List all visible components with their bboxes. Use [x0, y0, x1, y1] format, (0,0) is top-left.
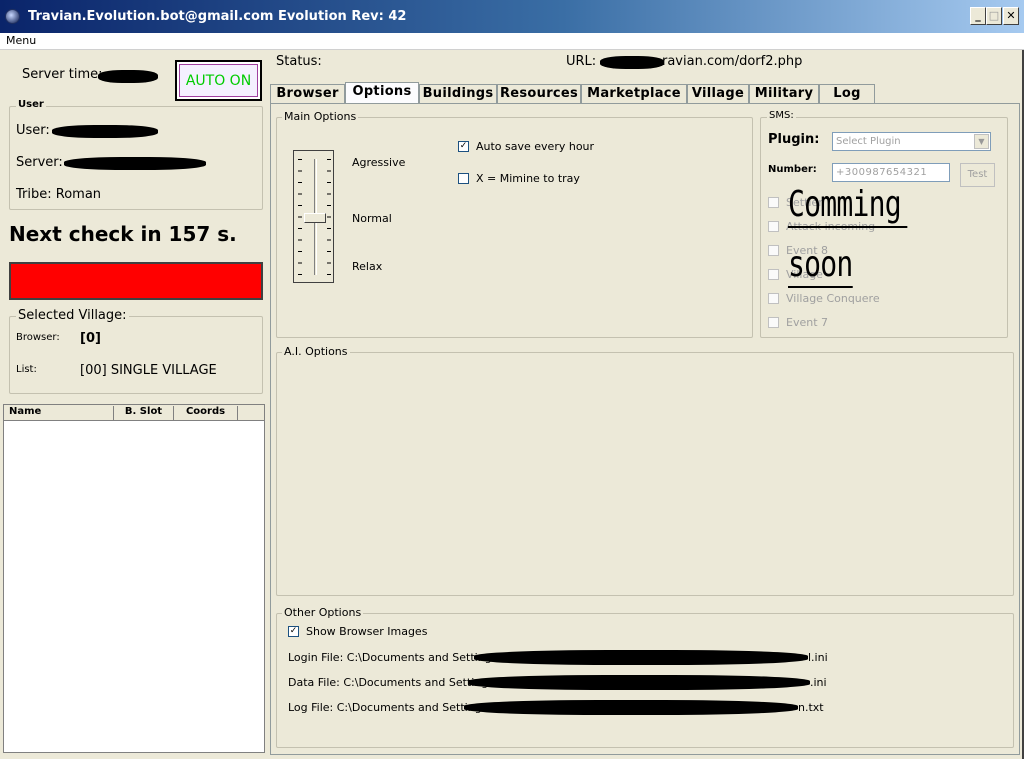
login-file-label: Login File: C:\Documents and Settings\ [288, 651, 502, 664]
village-table[interactable]: Name B. Slot Coords [3, 404, 265, 753]
tab-military[interactable]: Military [749, 84, 819, 104]
server-label: Server: [16, 155, 63, 170]
tab-browser[interactable]: Browser [270, 84, 345, 104]
auto-save-label: Auto save every hour [476, 140, 595, 153]
ai-options-group: A.I. Options [276, 345, 1014, 596]
log-file-redacted [464, 700, 798, 715]
browser-label: Browser: [16, 332, 60, 343]
window-title: Travian.Evolution.bot@gmail.com Evolutio… [28, 9, 407, 24]
main-options-title: Main Options [282, 110, 359, 123]
selected-village-title: Selected Village: [16, 308, 129, 323]
number-input[interactable]: +300987654321 [832, 163, 950, 182]
number-label: Number: [768, 164, 817, 175]
login-file-ext: l.ini [808, 651, 828, 664]
status-label: Status: [276, 54, 322, 69]
list-label: List: [16, 364, 37, 375]
url-value: ravian.com/dorf2.php [662, 54, 803, 69]
check-progress-bar [9, 262, 263, 300]
event-7-checkbox[interactable] [768, 317, 779, 328]
test-button[interactable]: Test [960, 163, 995, 187]
sms-title: SMS: [767, 110, 796, 121]
tab-resources[interactable]: Resources [497, 84, 581, 104]
event-attack-checkbox[interactable] [768, 221, 779, 232]
tab-options[interactable]: Options [345, 82, 419, 105]
slider-label-aggressive: Agressive [352, 156, 406, 169]
coming-soon-overlay-line2: soon [788, 244, 853, 288]
plugin-select-value: Select Plugin [836, 136, 901, 147]
browser-value: [0] [80, 331, 101, 346]
server-value [64, 156, 206, 170]
village-table-header: Name B. Slot Coords [4, 405, 264, 421]
data-file-redacted [468, 675, 810, 690]
event-8-checkbox[interactable] [768, 245, 779, 256]
minimize-tray-label: X = Mimine to tray [476, 172, 580, 185]
minimize-button[interactable]: _ [970, 7, 986, 25]
log-file-label: Log File: C:\Documents and Settings\ [288, 701, 492, 714]
slider-label-relax: Relax [352, 260, 383, 273]
auto-save-checkbox[interactable]: ✓ [458, 141, 469, 152]
aggression-slider[interactable] [293, 150, 334, 283]
event-conquer-checkbox[interactable] [768, 293, 779, 304]
minimize-tray-checkbox[interactable] [458, 173, 469, 184]
menu-item[interactable]: Menu [6, 34, 36, 47]
user-group-title: User [16, 99, 46, 110]
tab-log[interactable]: Log [819, 84, 875, 104]
tab-buildings[interactable]: Buildings [419, 84, 497, 104]
user-value [52, 124, 158, 138]
menu-bar: Menu [0, 33, 1024, 50]
log-file-ext: n.txt [798, 701, 824, 714]
col-bslot[interactable]: B. Slot [114, 406, 174, 420]
maximize-button[interactable]: □ [986, 7, 1002, 25]
show-images-label: Show Browser Images [306, 625, 428, 638]
login-file-redacted [474, 650, 808, 665]
slider-label-normal: Normal [352, 212, 392, 225]
url-label: URL: [566, 54, 597, 69]
title-bar[interactable]: Travian.Evolution.bot@gmail.com Evolutio… [0, 0, 1024, 33]
selected-village-group: Selected Village: [9, 308, 263, 394]
server-time-label: Server time: [22, 67, 103, 82]
app-icon [5, 9, 20, 24]
tribe-label: Tribe: Roman [16, 187, 102, 202]
other-options-title: Other Options [282, 606, 364, 619]
event-village-checkbox[interactable] [768, 269, 779, 280]
close-button[interactable]: ✕ [1003, 7, 1019, 25]
tab-village[interactable]: Village [687, 84, 749, 104]
event-7-label: Event 7 [786, 316, 829, 329]
event-conquer-label: Village Conquere [786, 292, 880, 305]
data-file-ext: .ini [810, 676, 827, 689]
chevron-down-icon[interactable]: ▼ [974, 134, 989, 149]
list-value: [00] SINGLE VILLAGE [80, 363, 217, 378]
tab-marketplace[interactable]: Marketplace [581, 84, 687, 104]
user-label: User: [16, 123, 50, 138]
auto-toggle-button[interactable]: AUTO ON [175, 60, 262, 101]
col-name[interactable]: Name [4, 406, 114, 420]
url-redacted [600, 55, 664, 69]
plugin-select[interactable]: Select Plugin ▼ [832, 132, 991, 151]
next-check-text: Next check in 157 s. [9, 222, 237, 246]
data-file-label: Data File: C:\Documents and Settings\ [288, 676, 498, 689]
app-window: Travian.Evolution.bot@gmail.com Evolutio… [0, 0, 1024, 759]
auto-toggle-label: AUTO ON [179, 64, 258, 97]
slider-thumb[interactable] [304, 213, 326, 223]
server-time-value [98, 69, 158, 83]
plugin-label: Plugin: [768, 132, 820, 147]
event-settler-checkbox[interactable] [768, 197, 779, 208]
ai-options-title: A.I. Options [282, 345, 350, 358]
show-images-checkbox[interactable]: ✓ [288, 626, 299, 637]
coming-soon-overlay-line1: Comming [788, 184, 908, 228]
col-coords[interactable]: Coords [174, 406, 238, 420]
